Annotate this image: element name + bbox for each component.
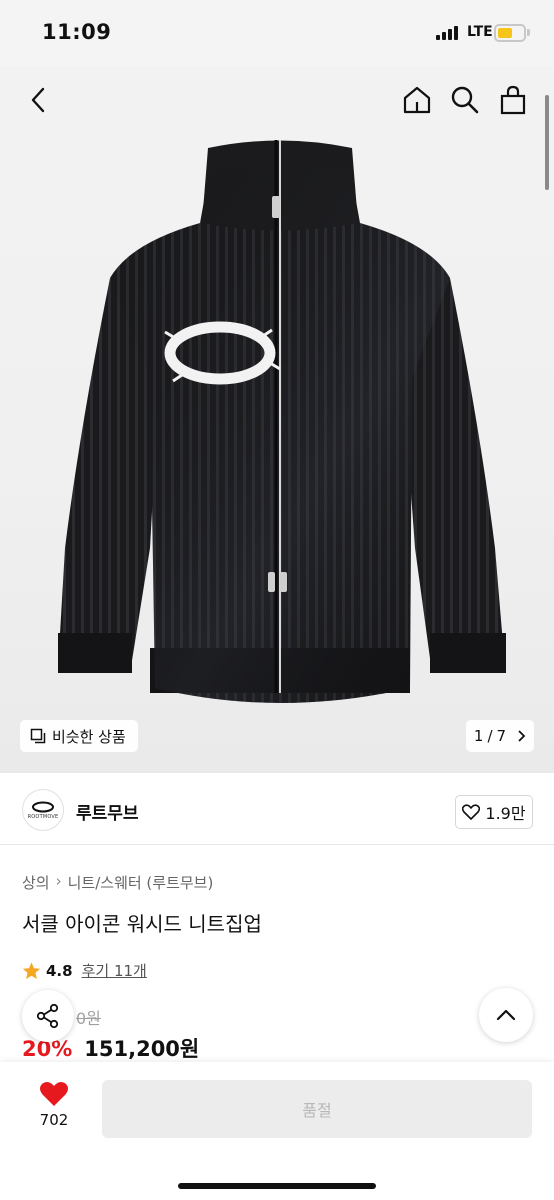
chevron-right-icon <box>518 730 526 742</box>
gallery-page-indicator[interactable]: 1 / 7 <box>466 720 534 752</box>
breadcrumb: 상의 › 니트/스웨터 (루트무브) <box>22 872 213 893</box>
purchase-bar: 702 품절 <box>0 1062 554 1200</box>
wishlist-button[interactable]: 702 <box>28 1080 80 1129</box>
search-button[interactable] <box>449 84 481 116</box>
star-icon <box>22 961 41 979</box>
sold-out-button[interactable]: 품절 <box>102 1080 532 1138</box>
heart-filled-icon <box>40 1081 68 1106</box>
home-icon <box>403 86 431 114</box>
chevron-left-icon <box>31 87 45 113</box>
product-image-gallery[interactable]: 비슷한 상품 1 / 7 <box>0 0 554 773</box>
status-bar: 11:09 LTE <box>0 0 554 66</box>
shopping-bag-icon <box>500 85 526 115</box>
breadcrumb-item[interactable]: 니트/스웨터 (루트무브) <box>68 872 214 893</box>
breadcrumb-chevron-icon: › <box>55 872 62 890</box>
search-icon <box>451 86 479 114</box>
rating-score: 4.8 <box>46 961 73 980</box>
product-image <box>58 140 506 703</box>
network-label: LTE <box>467 24 493 40</box>
battery-cap <box>527 29 530 36</box>
brand-logo[interactable]: ROOTMOVE <box>22 789 64 831</box>
reviews-link[interactable]: 후기 11개 <box>82 960 147 981</box>
home-indicator <box>178 1183 376 1189</box>
brand-name[interactable]: 루트무브 <box>76 799 139 824</box>
share-button[interactable] <box>22 990 74 1042</box>
rating-row: 4.8 후기 11개 <box>22 960 147 981</box>
page-separator: / <box>487 727 493 745</box>
sale-price: 151,200원 <box>84 1037 200 1061</box>
breadcrumb-item[interactable]: 상의 <box>22 872 50 893</box>
scroll-top-button[interactable] <box>479 988 533 1042</box>
page-total: 7 <box>496 727 507 745</box>
home-button[interactable] <box>401 84 433 116</box>
brand-like-count: 1.9만 <box>485 804 526 823</box>
heart-outline-icon <box>462 804 481 820</box>
brand-logo-ring <box>32 801 54 812</box>
battery-icon <box>494 24 526 42</box>
original-price: 0원 <box>76 1009 101 1028</box>
similar-products-icon <box>30 728 46 744</box>
product-title: 서클 아이콘 워시드 니트집업 <box>22 912 262 936</box>
back-button[interactable] <box>22 84 54 116</box>
cart-button[interactable] <box>497 84 529 116</box>
scrollbar[interactable] <box>545 95 549 190</box>
signal-icon <box>436 26 462 40</box>
brand-logo-text: ROOTMOVE <box>27 813 59 820</box>
wishlist-count: 702 <box>39 1111 69 1129</box>
status-time: 11:09 <box>42 20 112 44</box>
brand-row[interactable]: ROOTMOVE 루트무브 1.9만 <box>0 775 554 845</box>
brand-like-button[interactable]: 1.9만 <box>455 795 533 829</box>
page-current: 1 <box>473 727 484 745</box>
chevron-up-icon <box>496 1009 516 1021</box>
share-icon <box>36 1003 59 1029</box>
similar-products-button[interactable]: 비슷한 상품 <box>20 720 138 752</box>
similar-products-label: 비슷한 상품 <box>52 727 126 746</box>
